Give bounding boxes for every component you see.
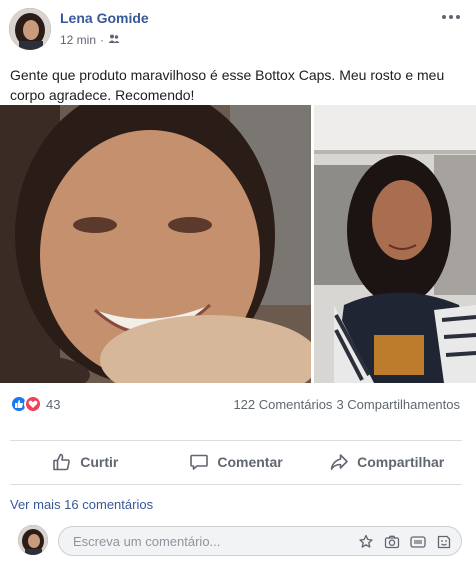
share-icon xyxy=(330,454,348,470)
comment-composer: Escreva um comentário... xyxy=(0,520,476,560)
photo-right[interactable] xyxy=(314,105,476,383)
author-avatar[interactable] xyxy=(9,8,51,50)
engagement-stats: 122 Comentários 3 Compartilhamentos xyxy=(233,397,460,412)
like-button[interactable]: Curtir xyxy=(10,442,161,482)
post-text: Gente que produto maravilhoso é esse Bot… xyxy=(10,67,445,103)
comment-placeholder: Escreva um comentário... xyxy=(73,534,221,549)
comments-count-link[interactable]: 122 Comentários xyxy=(233,397,332,412)
reactions-summary[interactable]: 43 xyxy=(10,394,60,414)
post-meta: 12 min · xyxy=(60,33,120,47)
divider xyxy=(10,484,462,485)
meta-separator: · xyxy=(100,33,105,47)
reaction-count: 43 xyxy=(46,396,61,412)
friends-icon[interactable] xyxy=(108,33,120,47)
comment-button[interactable]: Comentar xyxy=(161,442,312,482)
photo-left[interactable] xyxy=(0,105,311,383)
composer-icons xyxy=(357,533,453,551)
more-options-icon[interactable] xyxy=(440,10,462,24)
gif-icon[interactable] xyxy=(409,533,427,551)
love-icon xyxy=(24,395,42,413)
like-label: Curtir xyxy=(80,454,119,470)
author-name[interactable]: Lena Gomide xyxy=(60,10,149,26)
share-label: Compartilhar xyxy=(357,454,445,470)
post-card: Lena Gomide 12 min · Gente que produto m… xyxy=(0,0,476,563)
user-avatar[interactable] xyxy=(18,525,48,555)
post-time[interactable]: 12 min xyxy=(60,33,96,47)
comment-label: Comentar xyxy=(217,454,283,470)
post-photos xyxy=(0,105,476,383)
share-button[interactable]: Compartilhar xyxy=(311,442,462,482)
post-actions: Curtir Comentar Compartilhar xyxy=(10,442,462,482)
comment-icon xyxy=(190,454,209,470)
shares-count-link[interactable]: 3 Compartilhamentos xyxy=(336,397,460,412)
emoji-icon[interactable] xyxy=(435,533,453,551)
camera-icon[interactable] xyxy=(383,533,401,551)
thumbs-up-icon xyxy=(53,453,71,471)
sticker-icon[interactable] xyxy=(357,533,375,551)
post-header: Lena Gomide 12 min · xyxy=(0,0,476,60)
divider xyxy=(10,440,462,441)
view-more-comments-link[interactable]: Ver mais 16 comentários xyxy=(10,497,153,512)
comment-input[interactable]: Escreva um comentário... xyxy=(58,526,462,556)
